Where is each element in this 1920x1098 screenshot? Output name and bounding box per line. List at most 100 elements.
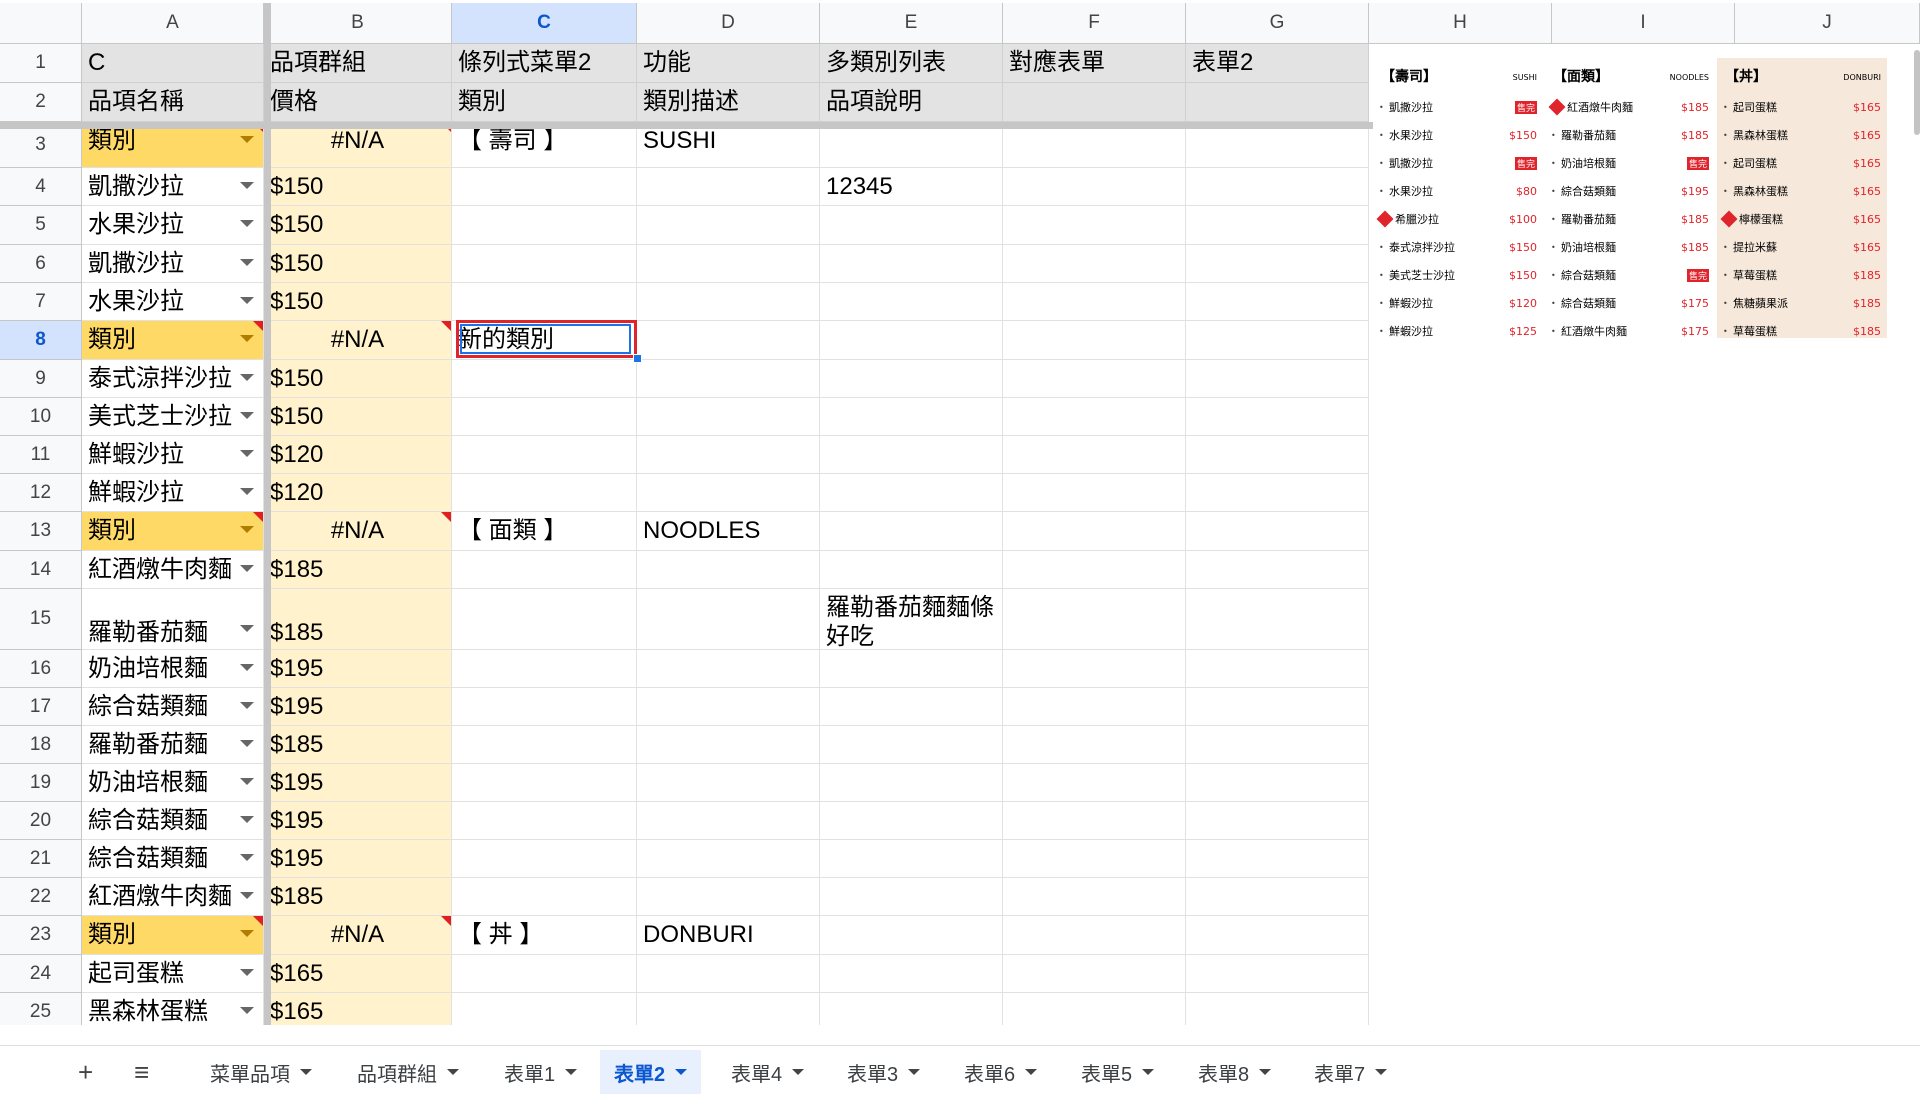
cell-b19[interactable]: $195 [264,764,452,802]
sheet-tab-5[interactable]: 表單4 [717,1050,818,1094]
cell-c6[interactable] [452,245,637,283]
cell-d4[interactable] [637,168,820,206]
column-header-j[interactable]: J [1735,3,1920,44]
column-header-e[interactable]: E [820,3,1003,44]
row-header-5[interactable]: 5 [0,206,82,245]
cell-c9[interactable] [452,360,637,398]
sheet-tab-9[interactable]: 表單8 [1184,1050,1285,1094]
cell-f4[interactable] [1003,168,1186,206]
dropdown-chevron-icon[interactable] [240,488,254,495]
cell-e2[interactable]: 品項說明 [820,83,1003,122]
cell-b20[interactable]: $195 [264,802,452,840]
all-sheets-button[interactable]: ≡ [134,1054,149,1090]
column-header-i[interactable]: I [1552,3,1735,44]
cell-b11[interactable]: $120 [264,436,452,474]
cell-a15[interactable]: 羅勒番茄麵 [82,589,264,650]
cell-g22[interactable] [1186,878,1369,916]
dropdown-chevron-icon[interactable] [240,412,254,419]
row-header-21[interactable]: 21 [0,840,82,878]
cell-c5[interactable] [452,206,637,245]
cell-f22[interactable] [1003,878,1186,916]
cell-e14[interactable] [820,551,1003,589]
cell-b24[interactable]: $165 [264,955,452,993]
cell-g13[interactable] [1186,512,1369,551]
frozen-column-divider[interactable] [264,3,271,1025]
row-header-14[interactable]: 14 [0,551,82,589]
cell-c25[interactable] [452,993,637,1025]
cell-d8[interactable] [637,321,820,360]
cell-a25[interactable]: 黑森林蛋糕 [82,993,264,1025]
cell-e23[interactable] [820,916,1003,955]
cell-b17[interactable]: $195 [264,688,452,726]
cell-g9[interactable] [1186,360,1369,398]
cell-a9[interactable]: 泰式涼拌沙拉 [82,360,264,398]
cell-d17[interactable] [637,688,820,726]
cell-c20[interactable] [452,802,637,840]
row-header-22[interactable]: 22 [0,878,82,916]
dropdown-chevron-icon[interactable] [240,297,254,304]
cell-e25[interactable] [820,993,1003,1025]
column-header-h[interactable]: H [1369,3,1552,44]
cell-b10[interactable]: $150 [264,398,452,436]
cell-b2[interactable]: 價格 [264,83,452,122]
sheet-tab-3[interactable]: 表單1 [490,1050,591,1094]
cell-g7[interactable] [1186,283,1369,321]
row-header-2[interactable]: 2 [0,83,82,122]
row-header-19[interactable]: 19 [0,764,82,802]
cell-f25[interactable] [1003,993,1186,1025]
chevron-down-icon[interactable] [675,1069,688,1075]
cell-g4[interactable] [1186,168,1369,206]
cell-g21[interactable] [1186,840,1369,878]
menu-preview-image[interactable]: 【壽司】 SUSHI • 凱撒沙拉 售完 • 水果沙拉 $150 • 凱撒沙拉 售完 • 水果沙拉 $80… [1373,48,1903,348]
cell-a17[interactable]: 綜合菇類麵 [82,688,264,726]
row-header-10[interactable]: 10 [0,398,82,436]
cell-g12[interactable] [1186,474,1369,512]
cell-b14[interactable]: $185 [264,551,452,589]
cell-e24[interactable] [820,955,1003,993]
cell-d1[interactable]: 功能 [637,44,820,83]
cell-g18[interactable] [1186,726,1369,764]
cell-g1[interactable]: 表單2 [1186,44,1369,83]
dropdown-chevron-icon[interactable] [240,526,254,533]
cell-d5[interactable] [637,206,820,245]
cell-a16[interactable]: 奶油培根麵 [82,650,264,688]
column-header-b[interactable]: B [264,3,452,44]
cell-e17[interactable] [820,688,1003,726]
chevron-down-icon[interactable] [1142,1069,1155,1075]
cell-g11[interactable] [1186,436,1369,474]
cell-f8[interactable] [1003,321,1186,360]
chevron-down-icon[interactable] [792,1069,805,1075]
cell-f6[interactable] [1003,245,1186,283]
cell-e19[interactable] [820,764,1003,802]
column-header-g[interactable]: G [1186,3,1369,44]
dropdown-chevron-icon[interactable] [240,220,254,227]
dropdown-chevron-icon[interactable] [240,930,254,937]
cell-d11[interactable] [637,436,820,474]
cell-e6[interactable] [820,245,1003,283]
cell-f17[interactable] [1003,688,1186,726]
cell-c22[interactable] [452,878,637,916]
row-header-23[interactable]: 23 [0,916,82,955]
cell-a12[interactable]: 鮮蝦沙拉 [82,474,264,512]
chevron-down-icon[interactable] [908,1069,921,1075]
cell-a23[interactable]: 類別 [82,916,264,955]
row-header-4[interactable]: 4 [0,168,82,206]
cell-a1[interactable]: C [82,44,264,83]
cell-b22[interactable]: $185 [264,878,452,916]
cell-g15[interactable] [1186,589,1369,650]
cell-c13[interactable]: 【 面類 】 [452,512,637,551]
dropdown-chevron-icon[interactable] [240,778,254,785]
row-header-15[interactable]: 15 [0,589,82,650]
cell-d21[interactable] [637,840,820,878]
chevron-down-icon[interactable] [1259,1069,1272,1075]
sheet-tab-6[interactable]: 表單3 [833,1050,934,1094]
cell-b12[interactable]: $120 [264,474,452,512]
cell-d20[interactable] [637,802,820,840]
vertical-scrollbar[interactable] [1914,50,1920,135]
cell-a14[interactable]: 紅酒燉牛肉麵 [82,551,264,589]
row-header-6[interactable]: 6 [0,245,82,283]
cell-a11[interactable]: 鮮蝦沙拉 [82,436,264,474]
cell-e18[interactable] [820,726,1003,764]
cell-c10[interactable] [452,398,637,436]
cell-f21[interactable] [1003,840,1186,878]
